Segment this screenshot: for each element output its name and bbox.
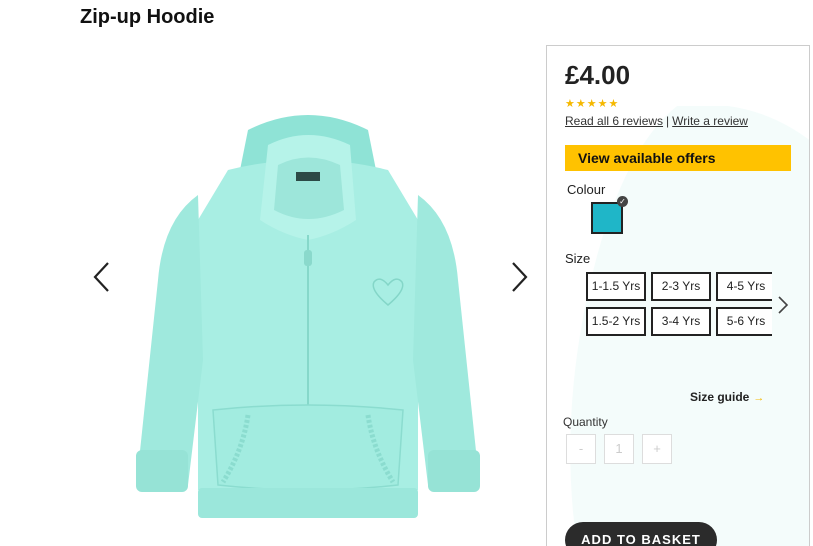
quantity-label: Quantity [563, 415, 608, 429]
quantity-increment-button[interactable]: + [642, 434, 672, 464]
add-to-basket-button[interactable]: ADD TO BASKET [565, 522, 717, 546]
quantity-decrement-button[interactable]: - [566, 434, 596, 464]
product-image [136, 115, 480, 518]
size-next-button[interactable] [776, 295, 790, 315]
size-selector: 1-1.5 Yrs 2-3 Yrs 4-5 Yrs 1.5-2 Yrs 3-4 … [586, 272, 772, 340]
size-option-3[interactable]: 4-5 Yrs [716, 272, 772, 301]
read-reviews-link[interactable]: Read all 6 reviews [565, 114, 663, 128]
size-option-4[interactable]: 1.5-2 Yrs [586, 307, 646, 336]
size-guide-link[interactable]: Size guide → [690, 390, 764, 404]
size-label: Size [565, 251, 591, 266]
size-option-1[interactable]: 1-1.5 Yrs [586, 272, 646, 301]
quantity-input[interactable]: 1 [604, 434, 634, 464]
write-review-link[interactable]: Write a review [672, 114, 748, 128]
reviews-links: Read all 6 reviews | Write a review [565, 114, 748, 128]
colour-swatch[interactable] [591, 202, 623, 234]
size-option-5[interactable]: 3-4 Yrs [651, 307, 711, 336]
purchase-panel: £4.00 ★★★★★ Read all 6 reviews | Write a r… [546, 45, 810, 546]
check-icon: ✓ [617, 196, 628, 207]
arrow-right-icon: → [753, 392, 765, 404]
gallery-next-button[interactable] [505, 257, 531, 297]
product-gallery [80, 45, 545, 532]
size-option-2[interactable]: 2-3 Yrs [651, 272, 711, 301]
colour-label: Colour [567, 182, 606, 197]
gallery-prev-button[interactable] [90, 257, 116, 297]
rating-stars: ★★★★★ [565, 98, 620, 110]
size-option-6[interactable]: 5-6 Yrs [716, 307, 772, 336]
chevron-right-icon [512, 262, 528, 292]
product-title: Zip-up Hoodie [80, 6, 215, 28]
quantity-stepper: - 1 + [566, 434, 674, 466]
size-guide-label: Size guide [690, 390, 750, 404]
product-price: £4.00 [565, 60, 631, 90]
review-separator: | [666, 114, 670, 128]
chevron-right-icon [778, 296, 789, 314]
view-offers-button[interactable]: View available offers [565, 145, 791, 171]
chevron-left-icon [93, 262, 109, 292]
